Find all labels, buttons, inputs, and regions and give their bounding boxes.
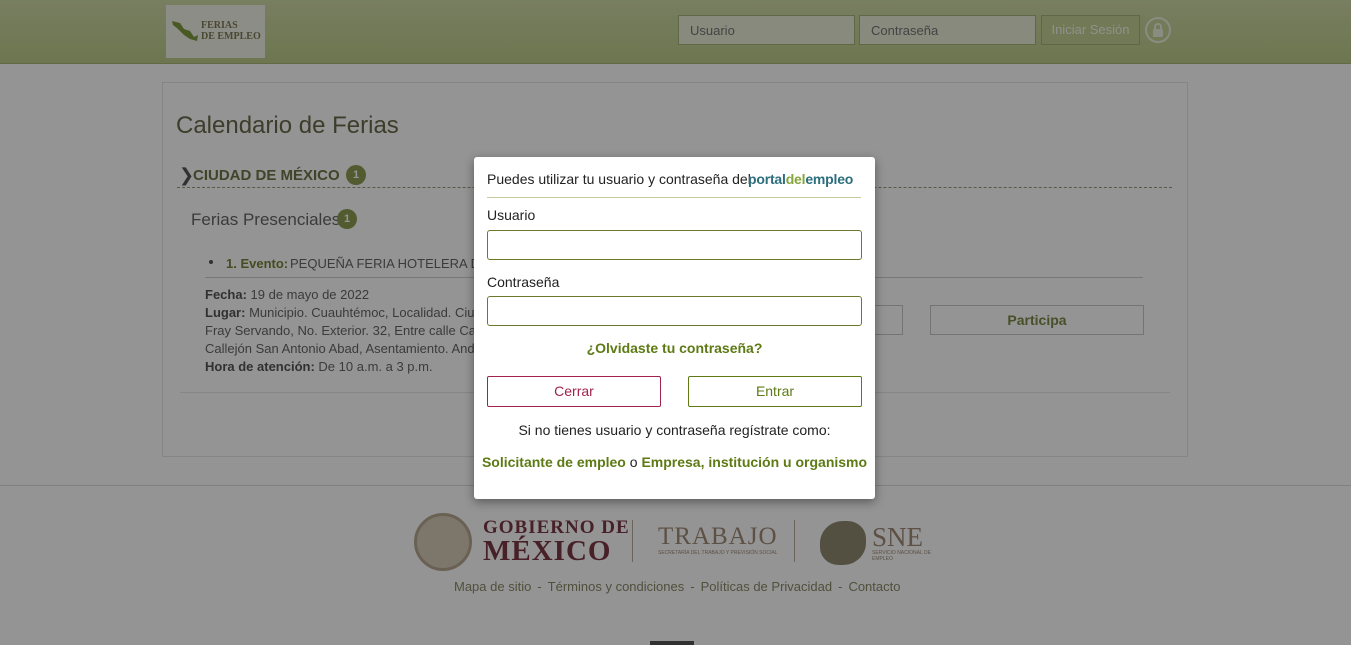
- login-modal: Puedes utilizar tu usuario y contraseña …: [474, 157, 875, 499]
- password-field[interactable]: [487, 296, 862, 326]
- enter-button[interactable]: Entrar: [688, 376, 862, 407]
- register-seeker-link[interactable]: Solicitante de empleo: [482, 454, 626, 470]
- modal-divider: [487, 197, 861, 198]
- portal-del-empleo-logo: portaldelempleo: [748, 171, 853, 187]
- password-label: Contraseña: [487, 274, 560, 290]
- portal-logo-part2: del: [785, 171, 806, 187]
- register-options: Solicitante de empleo o Empresa, institu…: [474, 454, 875, 470]
- portal-logo-part1: portal: [748, 171, 786, 187]
- portal-logo-part3: empleo: [805, 171, 854, 187]
- register-company-link[interactable]: Empresa, institución u organismo: [641, 454, 867, 470]
- register-or: o: [629, 454, 638, 470]
- register-prompt: Si no tienes usuario y contraseña regíst…: [518, 422, 831, 438]
- username-field[interactable]: [487, 230, 862, 260]
- modal-intro: Puedes utilizar tu usuario y contraseña …: [487, 171, 751, 187]
- forgot-password-link[interactable]: ¿Olvidaste tu contraseña?: [474, 340, 875, 356]
- close-button[interactable]: Cerrar: [487, 376, 661, 407]
- username-label: Usuario: [487, 207, 536, 223]
